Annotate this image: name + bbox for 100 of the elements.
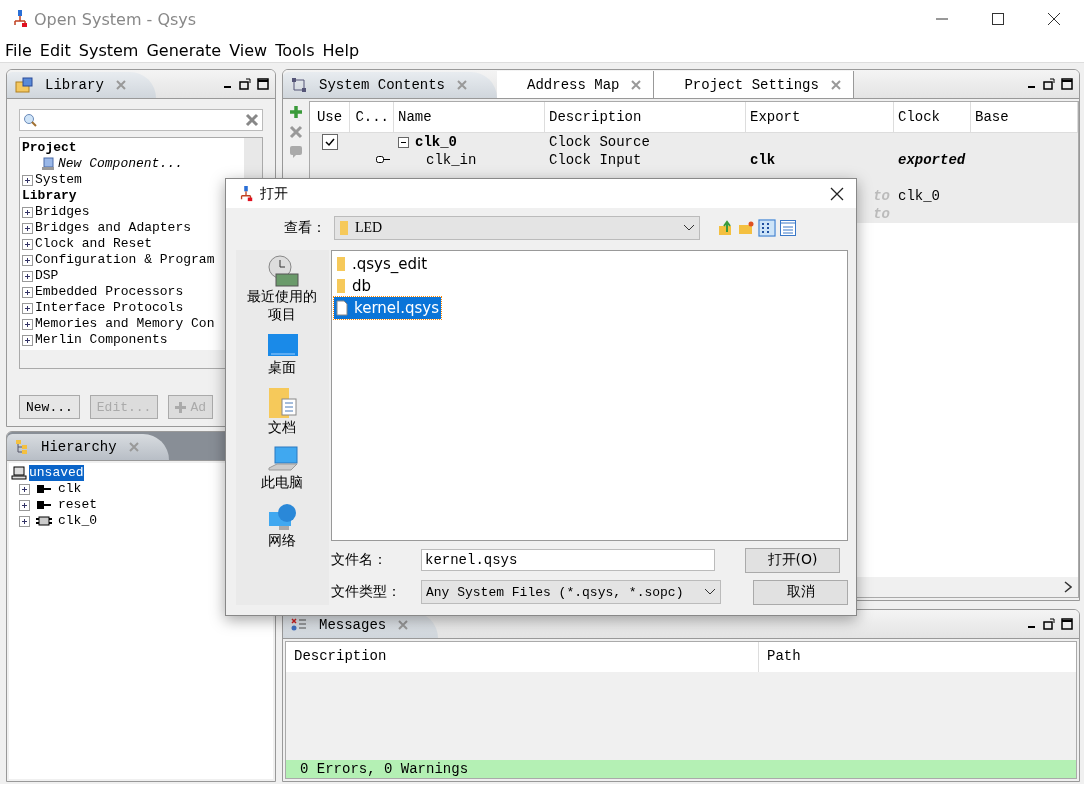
directory-entry[interactable]: kernel.qsys [334,297,441,319]
menu-item[interactable]: System [78,40,139,60]
search-icon [23,113,37,127]
menu-item[interactable]: Help [322,40,360,60]
hierarchy-tab[interactable]: Hierarchy [7,434,169,460]
close-icon[interactable] [1048,13,1060,25]
menu-item[interactable]: File [5,40,32,60]
tree-item[interactable]: Configuration & Program [35,252,215,268]
expand-icon[interactable] [22,334,33,346]
column-header[interactable]: Description [545,102,746,132]
system-tab[interactable]: System Contents [283,72,498,98]
scroll-right-icon[interactable] [1064,581,1072,593]
expand-icon[interactable] [22,206,33,218]
expand-icon[interactable] [22,174,33,186]
column-header[interactable]: Clock [894,102,971,132]
tree-item[interactable]: Bridges and Adapters [35,220,192,236]
file-name-field[interactable]: kernel.qsys [421,549,715,571]
tree-item[interactable]: System [35,172,82,188]
table-cell: Clock Input [549,152,642,168]
column-header[interactable]: Name [394,102,545,132]
column-header[interactable]: Base [971,102,1078,132]
hierarchy-icon [15,439,29,455]
maximize-icon[interactable] [257,78,269,90]
close-tab-icon[interactable] [398,620,409,630]
expand-icon[interactable] [22,222,33,234]
folder-icon [336,278,346,294]
connections-icon [291,77,307,93]
close-icon[interactable] [830,186,844,201]
checkbox[interactable] [322,134,338,150]
tree-item[interactable]: Merlin Components [35,332,168,348]
file-name-label: 文件名： [331,551,388,569]
tree-item[interactable]: Embedded Processors [35,284,184,300]
list-view-icon[interactable] [758,219,776,237]
expand-icon[interactable] [22,238,33,250]
folder-icon [339,220,349,236]
system-tab[interactable]: Address Map [497,71,655,98]
system-tab[interactable]: Project Settings [654,71,854,98]
new-folder-icon[interactable] [738,220,754,236]
menu-item[interactable]: Generate [146,40,222,60]
up-folder-icon[interactable] [718,220,734,236]
column-header[interactable]: Export [746,102,894,132]
tree-item[interactable]: Memories and Memory Con [35,316,215,332]
column-header[interactable]: Path [759,642,809,672]
open-button[interactable]: 打开(O) [745,547,840,573]
tree-item[interactable]: DSP [35,268,59,284]
place-item[interactable]: 此电脑 [239,446,326,492]
directory-entry[interactable]: db [334,275,374,297]
close-tab-icon[interactable] [830,79,841,90]
expand-icon[interactable] [19,499,30,511]
maximize-icon[interactable] [1061,618,1073,630]
computer-icon [266,446,299,474]
tree-item[interactable]: clk_0 [58,513,97,529]
expand-icon[interactable] [22,286,33,298]
messages-icon [291,618,307,632]
tree-item[interactable]: Interface Protocols [35,300,184,316]
menu-item[interactable]: Edit [39,40,71,60]
expand-icon[interactable] [19,483,30,495]
expand-icon[interactable] [22,254,33,266]
add-icon[interactable] [289,105,303,119]
details-view-icon[interactable] [780,220,796,236]
tree-heading: Project [22,140,77,156]
look-in-dropdown[interactable]: LED [334,216,700,240]
connector-icon [376,155,390,165]
menu-item[interactable]: Tools [275,40,315,60]
restore-icon[interactable] [239,78,251,90]
expand-icon[interactable] [22,302,33,314]
file-type-dropdown[interactable]: Any System Files (*.qsys, *.sopc) [421,580,721,604]
place-item[interactable]: 网络 [239,501,326,549]
network-icon [266,501,299,532]
column-header[interactable]: C... [350,102,394,132]
tree-item[interactable]: New Component... [58,156,183,172]
restore-icon[interactable] [1043,618,1055,630]
tree-item[interactable]: reset [58,497,97,513]
collapse-icon[interactable] [398,136,409,148]
menu-item[interactable]: View [229,40,268,60]
documents-folder-icon [267,386,298,419]
expand-icon[interactable] [22,270,33,282]
tree-item[interactable]: Clock and Reset [35,236,153,252]
place-item[interactable]: 桌面 [239,333,326,377]
tree-item[interactable]: unsaved [29,465,84,481]
table-cell: Clock Source [549,134,650,150]
tree-item[interactable]: clk [58,481,82,497]
place-item[interactable]: 最近使用的项目 [239,254,326,323]
expand-icon[interactable] [22,318,33,330]
column-header[interactable]: Use [310,102,350,132]
tree-item[interactable]: Bridges [35,204,90,220]
cancel-button[interactable]: 取消 [753,579,848,605]
close-tab-icon[interactable] [631,79,642,90]
restore-icon[interactable] [1043,78,1055,90]
monitor-icon [266,333,299,359]
directory-entry[interactable]: .qsys_edit [334,253,430,275]
maximize-icon[interactable] [1061,78,1073,90]
library-tab[interactable]: Library [7,72,156,98]
library-button[interactable]: New... [19,395,80,419]
expand-icon[interactable] [19,515,30,527]
place-item[interactable]: 文档 [239,386,326,436]
search-field[interactable] [19,109,263,131]
app-logo-icon [12,10,28,28]
clear-icon[interactable] [245,113,259,127]
maximize-icon[interactable] [992,13,1004,25]
